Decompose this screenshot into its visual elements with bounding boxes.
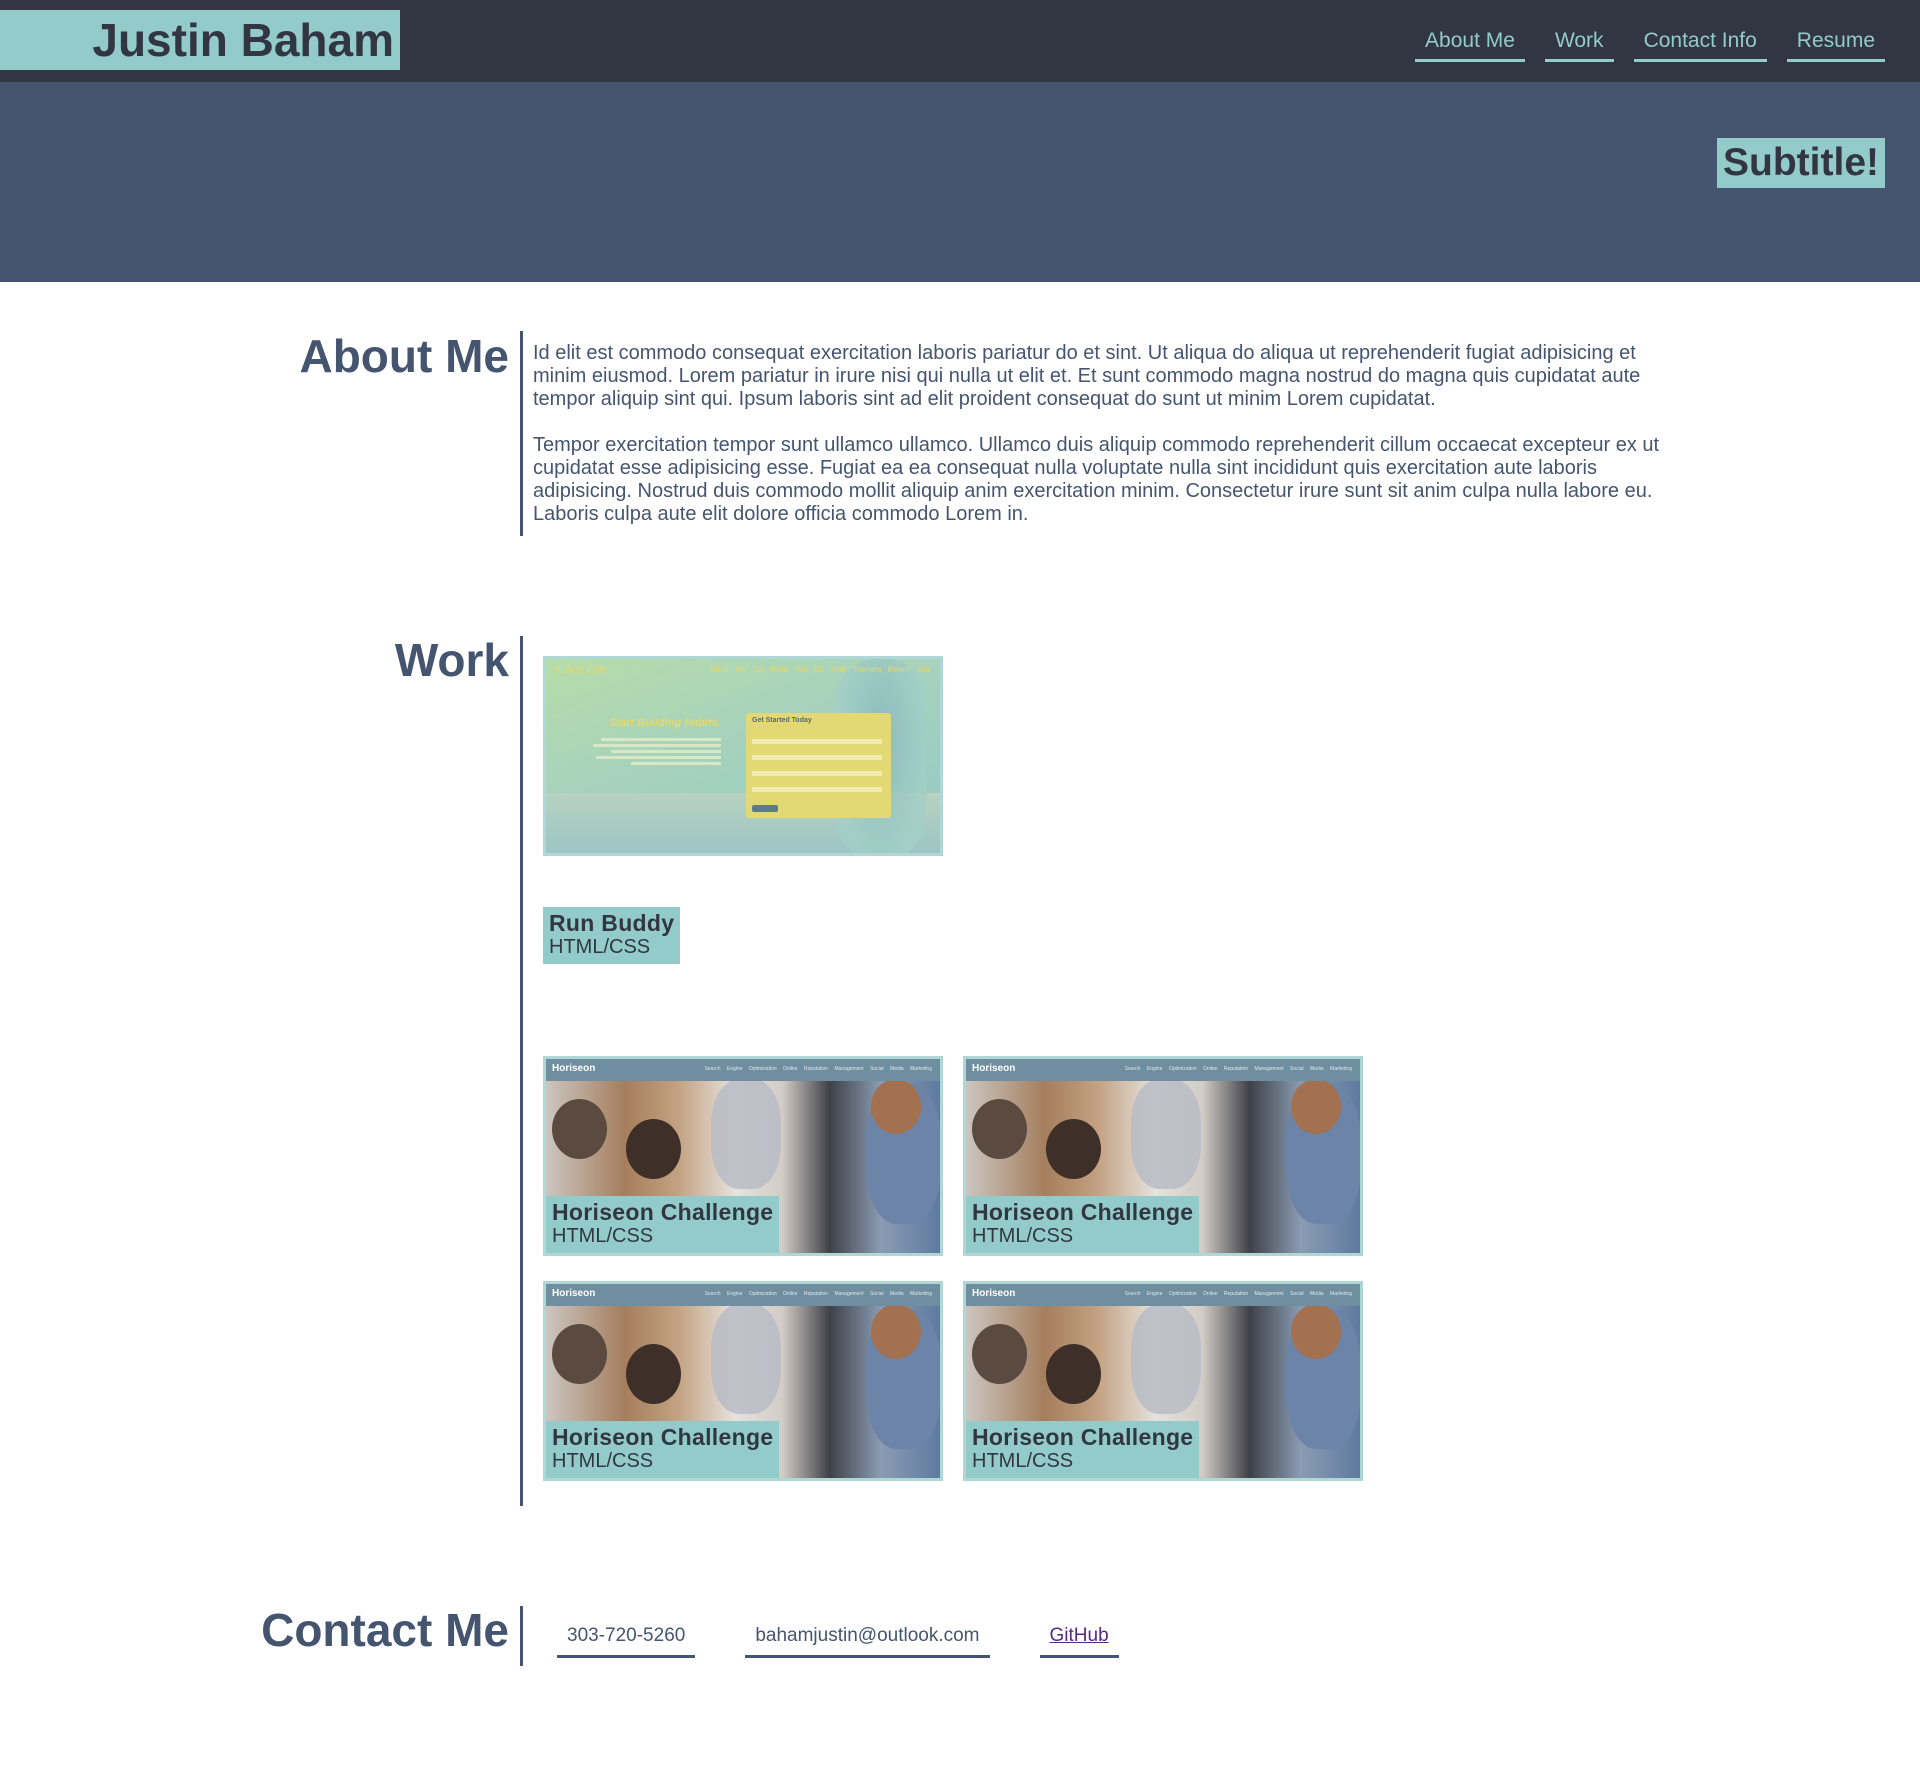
- contact-divider: [520, 1606, 523, 1666]
- project-label: Horiseon Challenge HTML/CSS: [966, 1196, 1200, 1253]
- project-screenshot: RUN BUDDY What We Do What You Do Your Tr…: [546, 659, 940, 853]
- screenshot-nav: Search Engine Optimization Online Reputa…: [704, 1291, 932, 1297]
- contact-phone-link[interactable]: 303-720-5260: [557, 1621, 696, 1658]
- nav-link-contact-info[interactable]: Contact Info: [1633, 25, 1767, 62]
- main-nav: About Me Work Contact Info Resume: [1415, 25, 1885, 62]
- project-tech: HTML/CSS: [552, 1225, 654, 1247]
- project-name: Horiseon Challenge: [552, 1199, 774, 1225]
- project-label: Horiseon Challenge HTML/CSS: [546, 1421, 780, 1478]
- project-label: Horiseon Challenge HTML/CSS: [966, 1421, 1200, 1478]
- about-text: Id elit est commodo consequat exercitati…: [533, 342, 1668, 549]
- contact-section-title: Contact Me: [261, 1604, 509, 1656]
- project-tech: HTML/CSS: [549, 936, 651, 958]
- screenshot-logo: Horiseon: [972, 1063, 1016, 1074]
- nav-link-about-me[interactable]: About Me: [1415, 25, 1525, 62]
- project-card-horiseon[interactable]: Horiseon Search Engine Optimization Onli…: [543, 1281, 943, 1481]
- screenshot-headline: Start Building Habits.: [609, 717, 721, 729]
- screenshot-nav: Search Engine Optimization Online Reputa…: [1124, 1066, 1352, 1072]
- project-name: Horiseon Challenge: [552, 1424, 774, 1450]
- screenshot-form: Get Started Today: [746, 713, 891, 818]
- work-section-title: Work: [394, 634, 509, 686]
- project-label-run-buddy[interactable]: Run Buddy HTML/CSS: [543, 907, 681, 964]
- contact-email-link[interactable]: bahamjustin@outlook.com: [745, 1621, 990, 1658]
- work-divider: [520, 636, 523, 1506]
- project-tech: HTML/CSS: [972, 1450, 1074, 1472]
- screenshot-logo: Horiseon: [552, 1063, 596, 1074]
- hero-subtitle: Subtitle!: [1717, 138, 1885, 188]
- project-card-run-buddy[interactable]: RUN BUDDY What We Do What You Do Your Tr…: [543, 656, 943, 856]
- hero-banner: [0, 82, 1920, 282]
- project-name: Run Buddy: [549, 910, 675, 936]
- screenshot-logo: Horiseon: [552, 1288, 596, 1299]
- contact-list: 303-720-5260 bahamjustin@outlook.com Git…: [557, 1621, 1119, 1658]
- screenshot-nav: Search Engine Optimization Online Reputa…: [704, 1066, 932, 1072]
- project-card-horiseon[interactable]: Horiseon Search Engine Optimization Onli…: [963, 1281, 1363, 1481]
- site-header: Justin Baham About Me Work Contact Info …: [0, 0, 1920, 82]
- about-paragraph: Id elit est commodo consequat exercitati…: [533, 342, 1641, 410]
- project-tech: HTML/CSS: [552, 1450, 654, 1472]
- about-paragraph: Tempor exercitation tempor sunt ullamco …: [533, 434, 1660, 525]
- site-title: Justin Baham: [0, 10, 400, 70]
- screenshot-nav: What We Do What You Do Your Trainers Rea…: [710, 665, 930, 674]
- project-name: Horiseon Challenge: [972, 1199, 1194, 1225]
- project-card-horiseon[interactable]: Horiseon Search Engine Optimization Onli…: [543, 1056, 943, 1256]
- about-section-title: About Me: [299, 330, 509, 382]
- nav-link-resume[interactable]: Resume: [1786, 25, 1885, 62]
- about-divider: [520, 331, 523, 536]
- screenshot-nav: Search Engine Optimization Online Reputa…: [1124, 1291, 1352, 1297]
- project-label: Horiseon Challenge HTML/CSS: [546, 1196, 780, 1253]
- project-card-horiseon[interactable]: Horiseon Search Engine Optimization Onli…: [963, 1056, 1363, 1256]
- contact-github-link[interactable]: GitHub: [1039, 1621, 1119, 1658]
- project-tech: HTML/CSS: [972, 1225, 1074, 1247]
- screenshot-logo: RUN BUDDY: [554, 665, 608, 675]
- screenshot-logo: Horiseon: [972, 1288, 1016, 1299]
- nav-link-work[interactable]: Work: [1544, 25, 1614, 62]
- project-name: Horiseon Challenge: [972, 1424, 1194, 1450]
